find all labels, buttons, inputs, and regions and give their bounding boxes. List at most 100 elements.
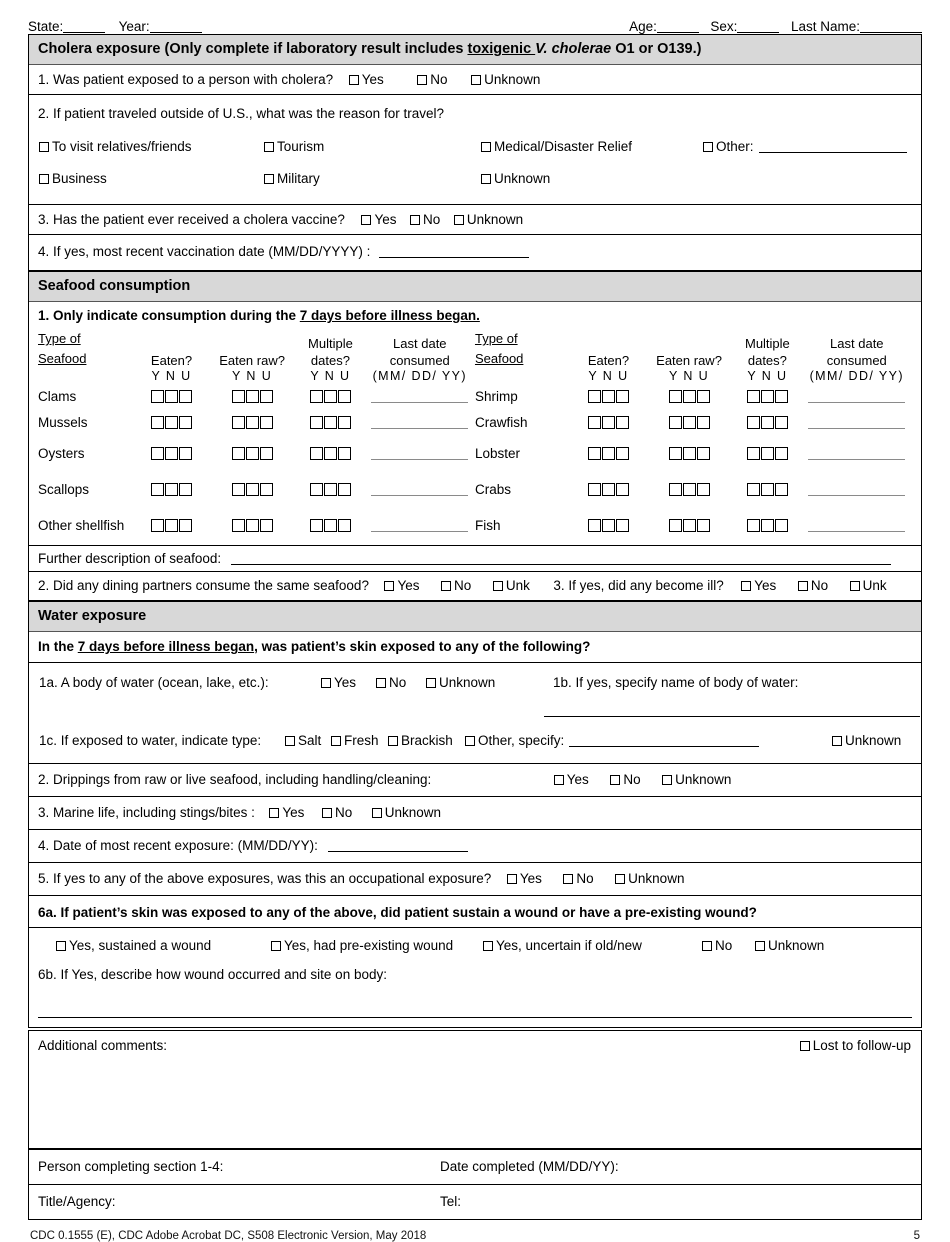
checkbox-icon[interactable] [323,518,337,532]
checkbox-icon[interactable] [668,415,682,429]
checkbox-icon[interactable] [553,775,564,786]
checkbox-icon[interactable] [323,415,337,429]
checkbox-icon[interactable] [245,518,259,532]
checkbox-icon[interactable] [165,389,179,403]
checkbox-icon[interactable] [337,415,351,429]
checkbox-icon[interactable] [774,482,788,496]
travel-military[interactable]: Military [264,171,320,186]
water-type-brackish[interactable]: Brackish [388,733,453,748]
became-ill-yes[interactable]: Yes [741,578,776,593]
checkbox-icon[interactable] [483,941,493,952]
checkbox-icon[interactable] [309,482,323,496]
checkbox-icon[interactable] [231,389,245,403]
checkbox-icon[interactable] [151,415,165,429]
crawfish-eaten[interactable] [572,409,645,435]
further-description-input[interactable] [230,553,891,566]
occupational-no[interactable]: No [563,871,594,886]
occupational-yes[interactable]: Yes [506,871,542,886]
checkbox-icon[interactable] [746,415,760,429]
checkbox-icon[interactable] [741,581,752,592]
checkbox-icon[interactable] [384,581,395,592]
checkbox-icon[interactable] [165,415,179,429]
checkbox-icon[interactable] [309,389,323,403]
checkbox-icon[interactable] [323,389,337,403]
lobster-last-date[interactable] [802,435,912,471]
checkbox-icon[interactable] [601,389,615,403]
mussels-eaten-raw[interactable] [208,409,296,435]
vaccination-date-input[interactable] [379,246,530,258]
year-input[interactable] [149,21,202,33]
wound-uncertain[interactable]: Yes, uncertain if old/new [483,938,642,953]
checkbox-icon[interactable] [151,482,165,496]
checkbox-icon[interactable] [179,415,193,429]
other-shellfish-last-date[interactable] [365,507,475,543]
shrimp-multiple-dates[interactable] [733,383,801,409]
checkbox-icon[interactable] [56,941,66,952]
travel-unknown[interactable]: Unknown [481,171,550,186]
checkbox-icon[interactable] [601,415,615,429]
fish-eaten-raw[interactable] [645,507,733,543]
checkbox-icon[interactable] [151,446,165,460]
fish-multiple-dates[interactable] [733,507,801,543]
water-type-fresh[interactable]: Fresh [331,733,379,748]
checkbox-icon[interactable] [849,581,860,592]
clams-eaten[interactable] [135,383,208,409]
water-type-other-input[interactable] [569,735,760,748]
travel-visit-relatives[interactable]: To visit relatives/friends [39,139,192,154]
shrimp-last-date[interactable] [802,383,912,409]
checkbox-icon[interactable] [426,678,436,689]
drippings-unknown[interactable]: Unknown [662,772,731,787]
checkbox-icon[interactable] [259,482,273,496]
oysters-last-date[interactable] [365,435,475,471]
checkbox-icon[interactable] [760,482,774,496]
checkbox-icon[interactable] [465,736,475,747]
checkbox-icon[interactable] [271,941,281,952]
oysters-multiple-dates[interactable] [296,435,364,471]
checkbox-icon[interactable] [774,518,788,532]
checkbox-icon[interactable] [587,415,601,429]
checkbox-icon[interactable] [231,446,245,460]
checkbox-icon[interactable] [361,215,372,225]
crabs-eaten[interactable] [572,471,645,507]
checkbox-icon[interactable] [615,446,629,460]
checkbox-icon[interactable] [39,174,49,184]
travel-medical-disaster-relief[interactable]: Medical/Disaster Relief [481,139,632,154]
checkbox-icon[interactable] [682,415,696,429]
checkbox-icon[interactable] [259,389,273,403]
checkbox-icon[interactable] [696,389,710,403]
checkbox-icon[interactable] [321,678,331,689]
vaccine-yes[interactable]: Yes [361,212,397,227]
checkbox-icon[interactable] [506,874,517,885]
lobster-multiple-dates[interactable] [733,435,801,471]
wound-pre-existing[interactable]: Yes, had pre-existing wound [271,938,453,953]
checkbox-icon[interactable] [587,446,601,460]
other-shellfish-multiple-dates[interactable] [296,507,364,543]
checkbox-icon[interactable] [165,518,179,532]
checkbox-icon[interactable] [179,446,193,460]
body-of-water-unknown[interactable]: Unknown [426,675,495,690]
body-of-water-yes[interactable]: Yes [321,675,356,690]
clams-last-date[interactable] [365,383,475,409]
checkbox-icon[interactable] [151,389,165,403]
checkbox-icon[interactable] [587,482,601,496]
checkbox-icon[interactable] [746,446,760,460]
occupational-unknown[interactable]: Unknown [615,871,684,886]
checkbox-icon[interactable] [601,482,615,496]
checkbox-icon[interactable] [309,415,323,429]
checkbox-icon[interactable] [259,518,273,532]
checkbox-icon[interactable] [587,518,601,532]
lost-to-followup-option[interactable]: Lost to follow-up [799,1038,911,1053]
additional-comments-row[interactable]: Additional comments: Lost to follow-up [29,1031,921,1150]
checkbox-icon[interactable] [746,482,760,496]
lastname-input[interactable] [860,21,922,33]
person-completing-label[interactable]: Person completing section 1-4: [38,1159,440,1174]
water-type-other[interactable]: Other, specify: [465,733,760,748]
shrimp-eaten[interactable] [572,383,645,409]
travel-tourism[interactable]: Tourism [264,139,324,154]
became-ill-no[interactable]: No [797,578,828,593]
checkbox-icon[interactable] [245,446,259,460]
checkbox-icon[interactable] [179,518,193,532]
crawfish-eaten-raw[interactable] [645,409,733,435]
checkbox-icon[interactable] [615,482,629,496]
checkbox-icon[interactable] [165,446,179,460]
